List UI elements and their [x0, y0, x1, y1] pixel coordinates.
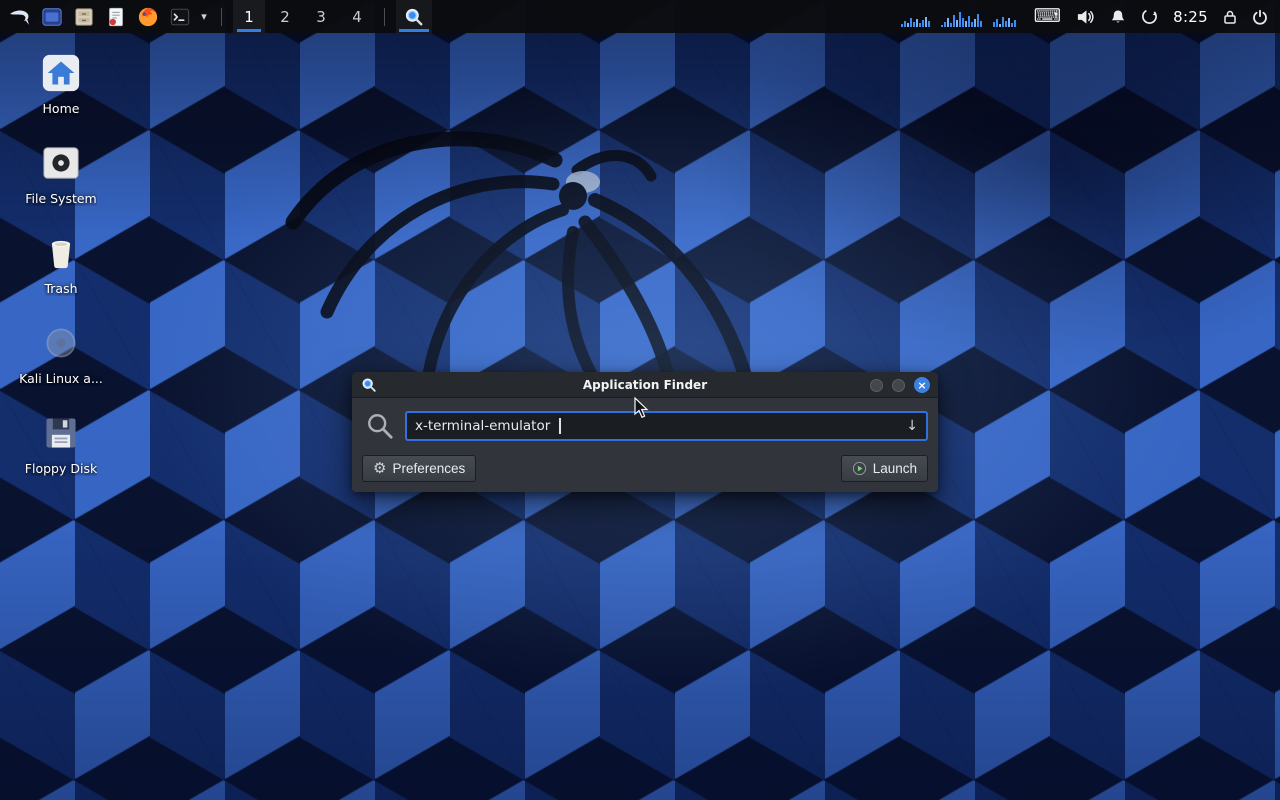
window-title: Application Finder — [583, 378, 707, 392]
updates-refresh-icon[interactable] — [1141, 8, 1158, 25]
history-dropdown-arrow-icon[interactable]: ↓ — [906, 418, 918, 434]
top-panel: ▾ 1 2 3 4 — [0, 0, 1280, 33]
window-app-launcher-icon[interactable] — [38, 3, 66, 31]
application-finder-task-icon — [404, 7, 424, 27]
desktop-icon-column: Home File System Trash Kali Linux a... — [12, 52, 110, 476]
kali-dragon-wallpaper-art — [255, 100, 815, 570]
launch-button[interactable]: Launch — [841, 455, 928, 482]
panel-separator — [384, 8, 385, 26]
desktop-icon-home[interactable]: Home — [12, 52, 110, 116]
lock-screen-icon[interactable] — [1223, 9, 1237, 25]
notifications-bell-icon[interactable] — [1110, 9, 1126, 25]
search-input[interactable]: x-terminal-emulator ↓ — [405, 411, 928, 441]
disk-graph-icon[interactable] — [993, 7, 1019, 27]
desktop-icon-floppy-disk[interactable]: Floppy Disk — [12, 412, 110, 476]
desktop-icon-label: File System — [25, 191, 97, 206]
search-icon — [366, 412, 394, 440]
network-graph-icon[interactable] — [901, 7, 933, 27]
launch-icon — [852, 461, 867, 476]
desktop-icon-label: Floppy Disk — [25, 461, 97, 476]
search-input-value: x-terminal-emulator — [415, 418, 550, 434]
trash-icon — [41, 232, 81, 274]
cpu-graph-icon[interactable] — [941, 7, 985, 27]
workspace-4[interactable]: 4 — [341, 0, 373, 33]
drive-icon — [40, 142, 82, 184]
preferences-button[interactable]: ⚙ Preferences — [362, 455, 476, 482]
application-finder-window-icon — [361, 377, 377, 397]
maximize-button[interactable] — [892, 379, 905, 392]
desktop-icon-file-system[interactable]: File System — [12, 142, 110, 206]
window-controls: × — [870, 372, 930, 398]
workspace-3-label: 3 — [316, 8, 326, 26]
home-icon — [40, 52, 82, 94]
preferences-button-label: Preferences — [392, 461, 465, 476]
text-editor-launcher-icon[interactable] — [102, 3, 130, 31]
window-titlebar[interactable]: Application Finder × — [352, 372, 938, 398]
launch-button-label: Launch — [873, 461, 917, 476]
workspace-2-label: 2 — [280, 8, 290, 26]
desktop-icon-label: Kali Linux a... — [19, 371, 103, 386]
workspace-1-label: 1 — [244, 8, 254, 26]
firefox-launcher-icon[interactable] — [134, 3, 162, 31]
terminal-dropdown-chevron-icon[interactable]: ▾ — [198, 10, 210, 23]
file-manager-launcher-icon[interactable] — [70, 3, 98, 31]
taskbar-application-finder[interactable] — [396, 0, 432, 33]
system-monitor-graphs — [901, 7, 1019, 27]
workspace-2[interactable]: 2 — [269, 0, 301, 33]
clock[interactable]: 8:25 — [1173, 8, 1208, 26]
terminal-launcher-icon[interactable] — [166, 3, 194, 31]
desktop-icon-label: Home — [43, 101, 80, 116]
close-button[interactable]: × — [914, 377, 930, 393]
system-tray: ⌨ 8:25 — [901, 7, 1274, 27]
keyboard-layout-icon[interactable]: ⌨ — [1034, 7, 1061, 26]
workspace-3[interactable]: 3 — [305, 0, 337, 33]
desktop-icon-kali-linux[interactable]: Kali Linux a... — [12, 322, 110, 386]
minimize-button[interactable] — [870, 379, 883, 392]
volume-icon[interactable] — [1076, 9, 1095, 25]
panel-separator — [221, 8, 222, 26]
dialog-buttons: ⚙ Preferences Launch — [362, 455, 928, 482]
text-cursor — [559, 418, 561, 434]
workspace-4-label: 4 — [352, 8, 362, 26]
kali-menu-button[interactable] — [6, 3, 34, 31]
logout-power-icon[interactable] — [1252, 9, 1268, 25]
gear-icon: ⚙ — [373, 461, 386, 476]
desktop-icon-label: Trash — [44, 281, 77, 296]
application-finder-window: Application Finder × x-terminal-emulator… — [352, 372, 938, 492]
workspace-1[interactable]: 1 — [233, 0, 265, 33]
floppy-icon — [41, 412, 81, 454]
kali-disc-icon — [41, 322, 81, 364]
mouse-cursor — [634, 397, 650, 419]
desktop-icon-trash[interactable]: Trash — [12, 232, 110, 296]
